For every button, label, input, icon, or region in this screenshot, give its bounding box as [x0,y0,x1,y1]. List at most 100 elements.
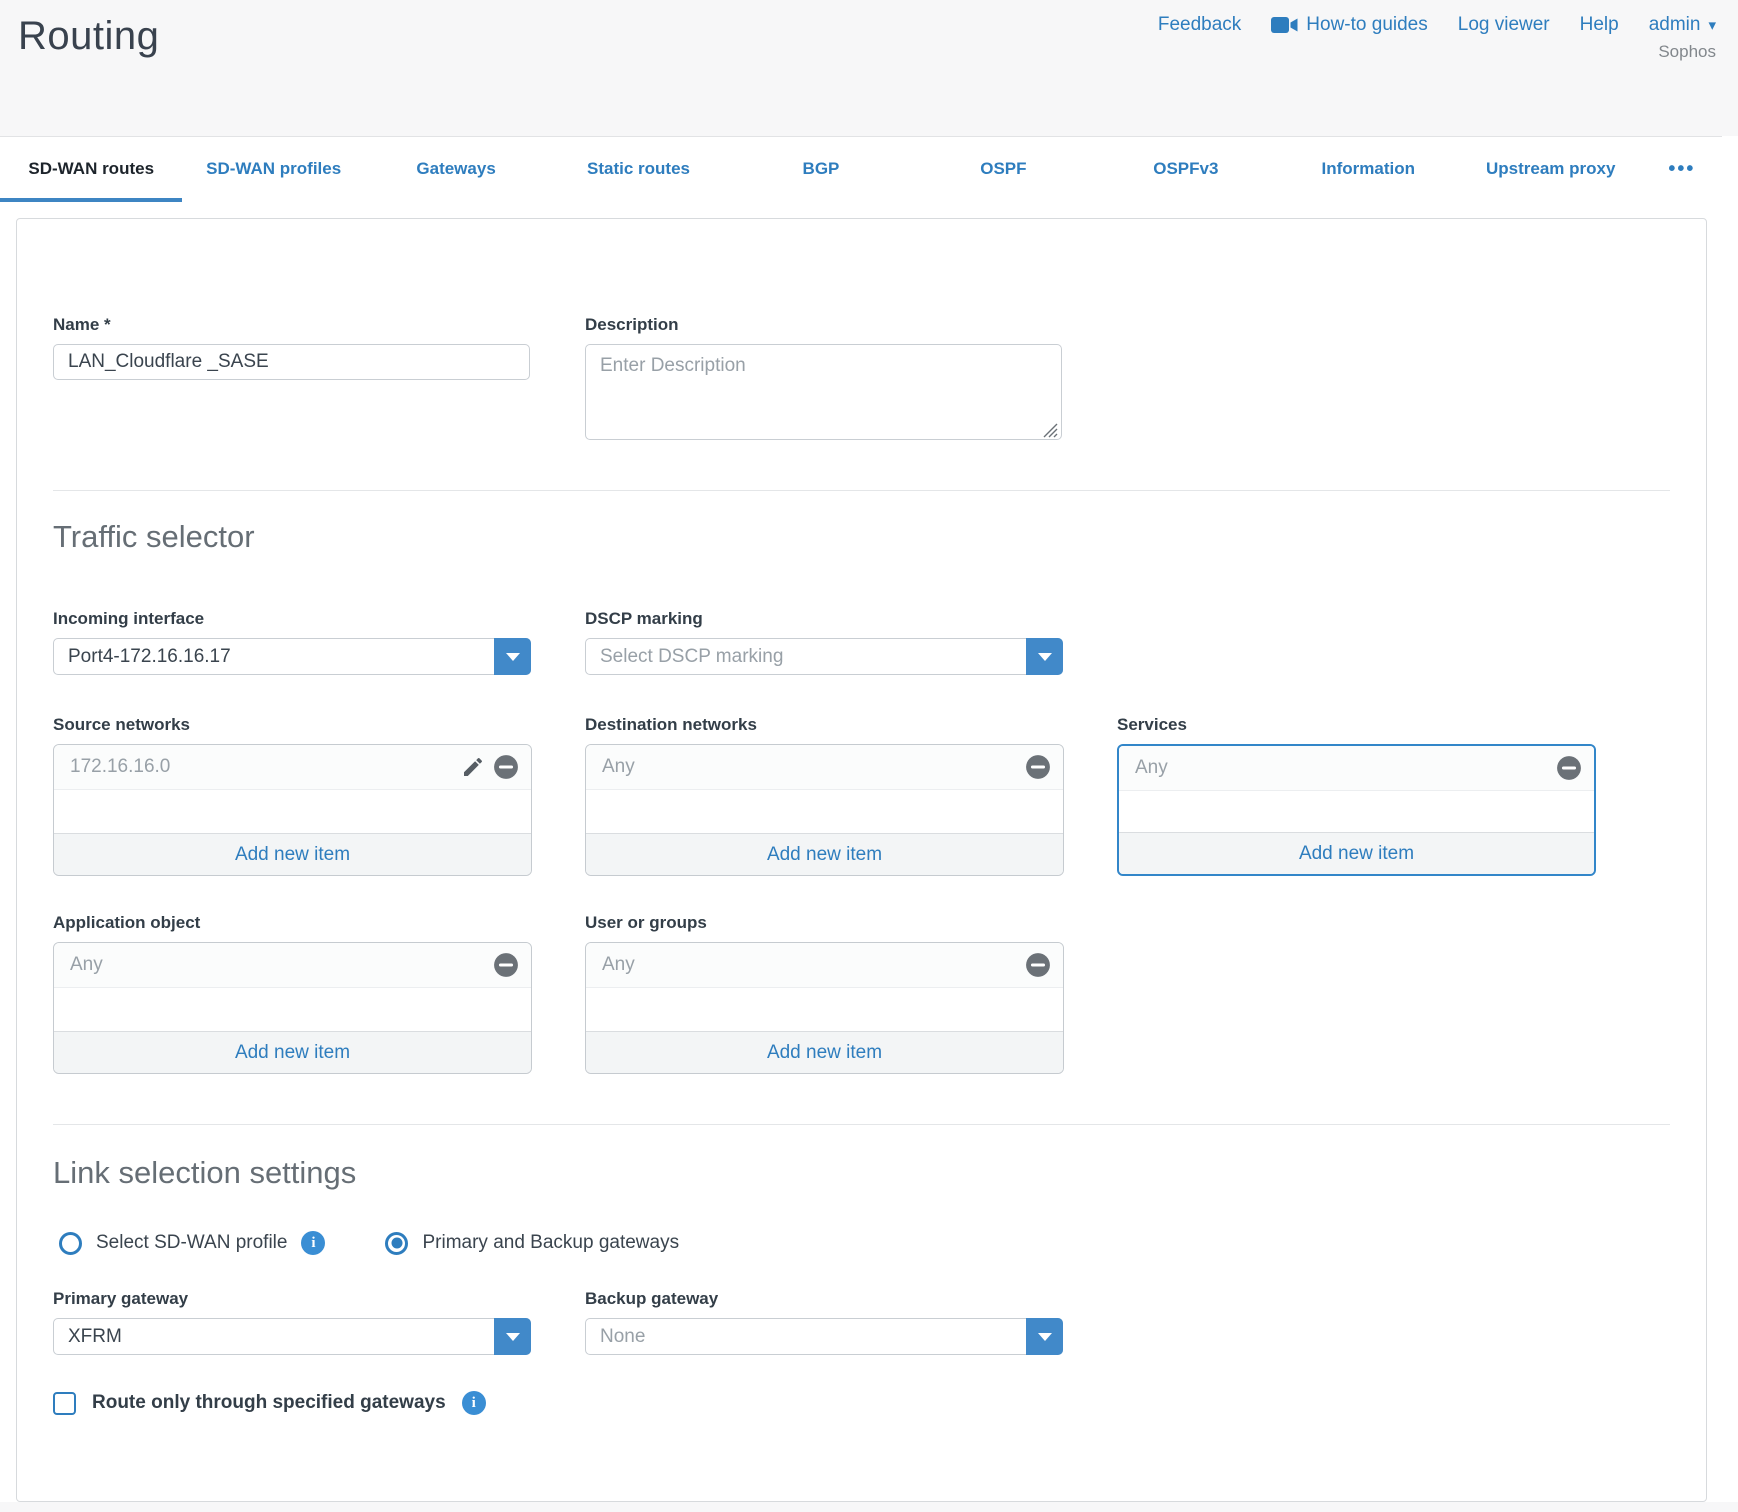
user-or-groups-item: Any [602,954,1025,976]
tab-upstream-proxy[interactable]: Upstream proxy [1460,137,1642,202]
radio-option-sdwan-profile[interactable]: Select SD-WAN profile i [59,1231,325,1255]
dscp-marking-group: DSCP marking Select DSCP marking [585,609,1064,675]
primary-gateway-dropdown[interactable]: XFRM [53,1318,531,1355]
remove-minus-icon[interactable] [493,952,519,978]
incoming-interface-value: Port4-172.16.16.17 [54,639,494,674]
tab-ospfv3[interactable]: OSPFv3 [1095,137,1277,202]
chevron-down-icon[interactable] [494,1318,531,1355]
how-to-guides-label: How-to guides [1306,14,1427,36]
radio-primary-backup-gateways[interactable] [385,1232,408,1255]
remove-minus-icon[interactable] [1025,754,1051,780]
backup-gateway-dropdown[interactable]: None [585,1318,1063,1355]
incoming-interface-dropdown[interactable]: Port4-172.16.16.17 [53,638,531,675]
resize-grip-icon[interactable] [1043,423,1058,438]
tab-information[interactable]: Information [1277,137,1459,202]
primary-gateway-label: Primary gateway [53,1289,532,1309]
user-or-groups-box: Any Add new item [585,942,1064,1074]
tab-bgp[interactable]: BGP [730,137,912,202]
edit-pencil-icon[interactable] [461,755,485,779]
tab-more-ellipsis[interactable]: ••• [1642,137,1722,202]
brand-text: Sophos [1158,42,1716,62]
admin-menu[interactable]: admin ▾ [1649,14,1716,36]
destination-networks-box: Any Add new item [585,744,1064,876]
help-label: Help [1580,14,1619,36]
user-or-groups-label: User or groups [585,913,1064,933]
top-navigation: Feedback How-to guides Log viewer Help a… [1158,14,1716,136]
tab-sd-wan-profiles[interactable]: SD-WAN profiles [182,137,364,202]
destination-networks-label: Destination networks [585,715,1064,735]
log-viewer-link[interactable]: Log viewer [1458,14,1550,36]
source-networks-group: Source networks 172.16.16.0 A [53,715,532,876]
name-field-group: Name * [53,315,532,445]
remove-minus-icon[interactable] [493,754,519,780]
tab-bar: SD-WAN routes SD-WAN profiles Gateways S… [0,136,1722,202]
destination-networks-group: Destination networks Any Add new item [585,715,1064,876]
tab-gateways[interactable]: Gateways [365,137,547,202]
itembox-empty-area [1119,791,1594,832]
list-item: Any [586,745,1063,790]
add-new-item-button[interactable]: Add new item [586,1031,1063,1073]
radio-sdwan-profile-label: Select SD-WAN profile [96,1232,287,1254]
traffic-selector-heading: Traffic selector [53,519,1670,555]
description-label: Description [585,315,1064,335]
sd-wan-route-form-panel: Name * Description Traffic selector Inco… [16,218,1707,1502]
tab-static-routes[interactable]: Static routes [547,137,729,202]
video-camera-icon [1271,16,1298,34]
route-only-checkbox[interactable] [53,1392,76,1415]
description-field-group: Description [585,315,1064,445]
incoming-interface-label: Incoming interface [53,609,532,629]
name-input[interactable] [53,344,530,380]
application-object-label: Application object [53,913,532,933]
radio-option-primary-backup[interactable]: Primary and Backup gateways [385,1232,679,1255]
remove-minus-icon[interactable] [1025,952,1051,978]
description-textarea[interactable] [585,344,1062,440]
source-networks-label: Source networks [53,715,532,735]
remove-minus-icon[interactable] [1556,755,1582,781]
itembox-empty-area [586,988,1063,1031]
add-new-item-button[interactable]: Add new item [54,1031,531,1073]
header: Routing Feedback How-to guides Log viewe… [0,0,1738,136]
list-item: 172.16.16.0 [54,745,531,790]
chevron-down-icon[interactable] [1026,1318,1063,1355]
backup-gateway-label: Backup gateway [585,1289,1064,1309]
tab-ospf[interactable]: OSPF [912,137,1094,202]
dscp-marking-label: DSCP marking [585,609,1064,629]
add-new-item-button[interactable]: Add new item [1119,832,1594,874]
info-icon[interactable]: i [301,1231,325,1255]
source-network-item: 172.16.16.0 [70,756,461,778]
help-link[interactable]: Help [1580,14,1619,36]
application-object-box: Any Add new item [53,942,532,1074]
user-or-groups-group: User or groups Any Add new item [585,913,1064,1074]
route-only-checkbox-label: Route only through specified gateways [92,1392,446,1414]
chevron-down-icon[interactable] [1026,638,1063,675]
tab-sd-wan-routes[interactable]: SD-WAN routes [0,137,182,202]
add-new-item-button[interactable]: Add new item [586,833,1063,875]
link-selection-radio-group: Select SD-WAN profile i Primary and Back… [59,1231,1670,1255]
feedback-link[interactable]: Feedback [1158,14,1241,36]
list-item: Any [1119,746,1594,791]
route-only-checkbox-row: Route only through specified gateways i [53,1391,1670,1415]
application-object-group: Application object Any Add new item [53,913,532,1074]
itembox-empty-area [54,988,531,1031]
admin-label: admin [1649,14,1701,36]
chevron-down-icon[interactable] [494,638,531,675]
source-networks-box: 172.16.16.0 Add new item [53,744,532,876]
info-icon[interactable]: i [462,1391,486,1415]
services-group: Services Any Add new item [1117,715,1596,876]
service-item: Any [1135,757,1556,779]
primary-gateway-group: Primary gateway XFRM [53,1289,532,1355]
log-viewer-label: Log viewer [1458,14,1550,36]
radio-primary-backup-label: Primary and Backup gateways [422,1232,679,1254]
dscp-marking-dropdown[interactable]: Select DSCP marking [585,638,1063,675]
feedback-label: Feedback [1158,14,1241,36]
add-new-item-button[interactable]: Add new item [54,833,531,875]
radio-sdwan-profile[interactable] [59,1232,82,1255]
name-label: Name * [53,315,532,335]
itembox-empty-area [586,790,1063,833]
how-to-guides-link[interactable]: How-to guides [1271,14,1427,36]
backup-gateway-group: Backup gateway None [585,1289,1064,1355]
link-selection-heading: Link selection settings [53,1155,1670,1191]
primary-gateway-value: XFRM [54,1319,494,1354]
list-item: Any [586,943,1063,988]
list-item: Any [54,943,531,988]
